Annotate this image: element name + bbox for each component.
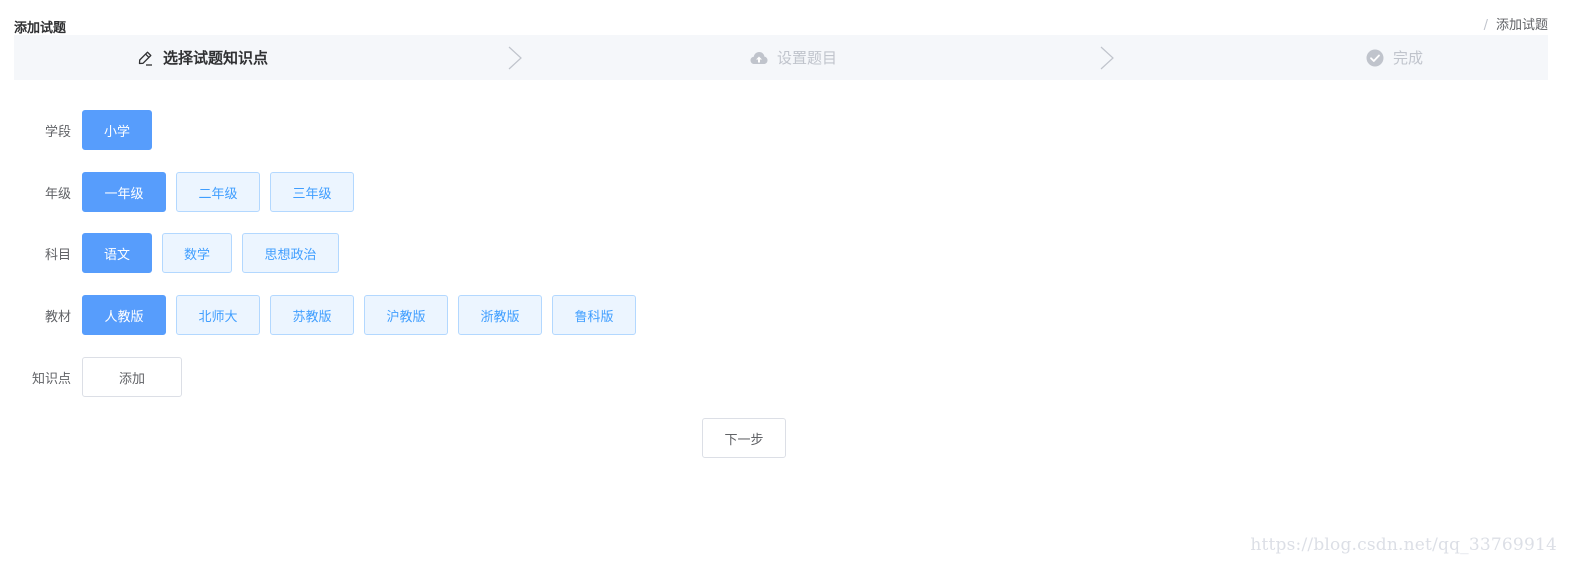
cloud-upload-icon (750, 49, 768, 67)
breadcrumb-current[interactable]: 添加试题 (1496, 18, 1548, 33)
chevron-right-icon (1100, 46, 1114, 70)
add-knowledge-button[interactable]: 添加 (82, 357, 182, 397)
knowledge-label: 知识点 (31, 371, 71, 387)
subject-label: 科目 (44, 247, 71, 263)
textbook-label: 教材 (44, 309, 71, 325)
subject-option-math[interactable]: 数学 (162, 233, 232, 273)
step-label: 完成 (1393, 49, 1424, 67)
grade-row: 年级 一年级 二年级 三年级 (0, 172, 364, 212)
breadcrumb-separator: / (1483, 18, 1488, 33)
watermark: https://blog.csdn.net/qq_33769914 (1250, 535, 1557, 555)
chevron-right-icon (508, 46, 522, 70)
steps-bar: 选择试题知识点 设置题目 完成 (14, 35, 1548, 80)
grade-label: 年级 (44, 186, 71, 202)
step-label: 选择试题知识点 (163, 49, 269, 67)
step-select-knowledge: 选择试题知识点 (136, 35, 268, 80)
textbook-option-2[interactable]: 北师大 (176, 295, 260, 335)
textbook-row: 教材 人教版 北师大 苏教版 沪教版 浙教版 鲁科版 (0, 295, 646, 335)
page-title: 添加试题 (14, 21, 67, 36)
breadcrumb: / 添加试题 (1484, 14, 1548, 33)
grade-option-3[interactable]: 三年级 (270, 172, 354, 212)
edit-icon (136, 49, 154, 67)
step-finish: 完成 (1366, 35, 1423, 80)
step-label: 设置题目 (777, 49, 838, 67)
stage-option-primary[interactable]: 小学 (82, 110, 152, 150)
stage-label: 学段 (44, 124, 71, 140)
textbook-option-1[interactable]: 人教版 (82, 295, 166, 335)
next-step-button[interactable]: 下一步 (702, 418, 786, 458)
textbook-option-5[interactable]: 浙教版 (458, 295, 542, 335)
subject-option-chinese[interactable]: 语文 (82, 233, 152, 273)
textbook-option-3[interactable]: 苏教版 (270, 295, 354, 335)
subject-option-politics[interactable]: 思想政治 (242, 233, 339, 273)
textbook-option-6[interactable]: 鲁科版 (552, 295, 636, 335)
check-circle-icon (1366, 49, 1384, 67)
subject-row: 科目 语文 数学 思想政治 (0, 233, 349, 273)
textbook-option-4[interactable]: 沪教版 (364, 295, 448, 335)
grade-option-1[interactable]: 一年级 (82, 172, 166, 212)
knowledge-row: 知识点 添加 (0, 357, 182, 397)
step-set-question: 设置题目 (750, 35, 837, 80)
grade-option-2[interactable]: 二年级 (176, 172, 260, 212)
stage-row: 学段 小学 (0, 110, 162, 150)
